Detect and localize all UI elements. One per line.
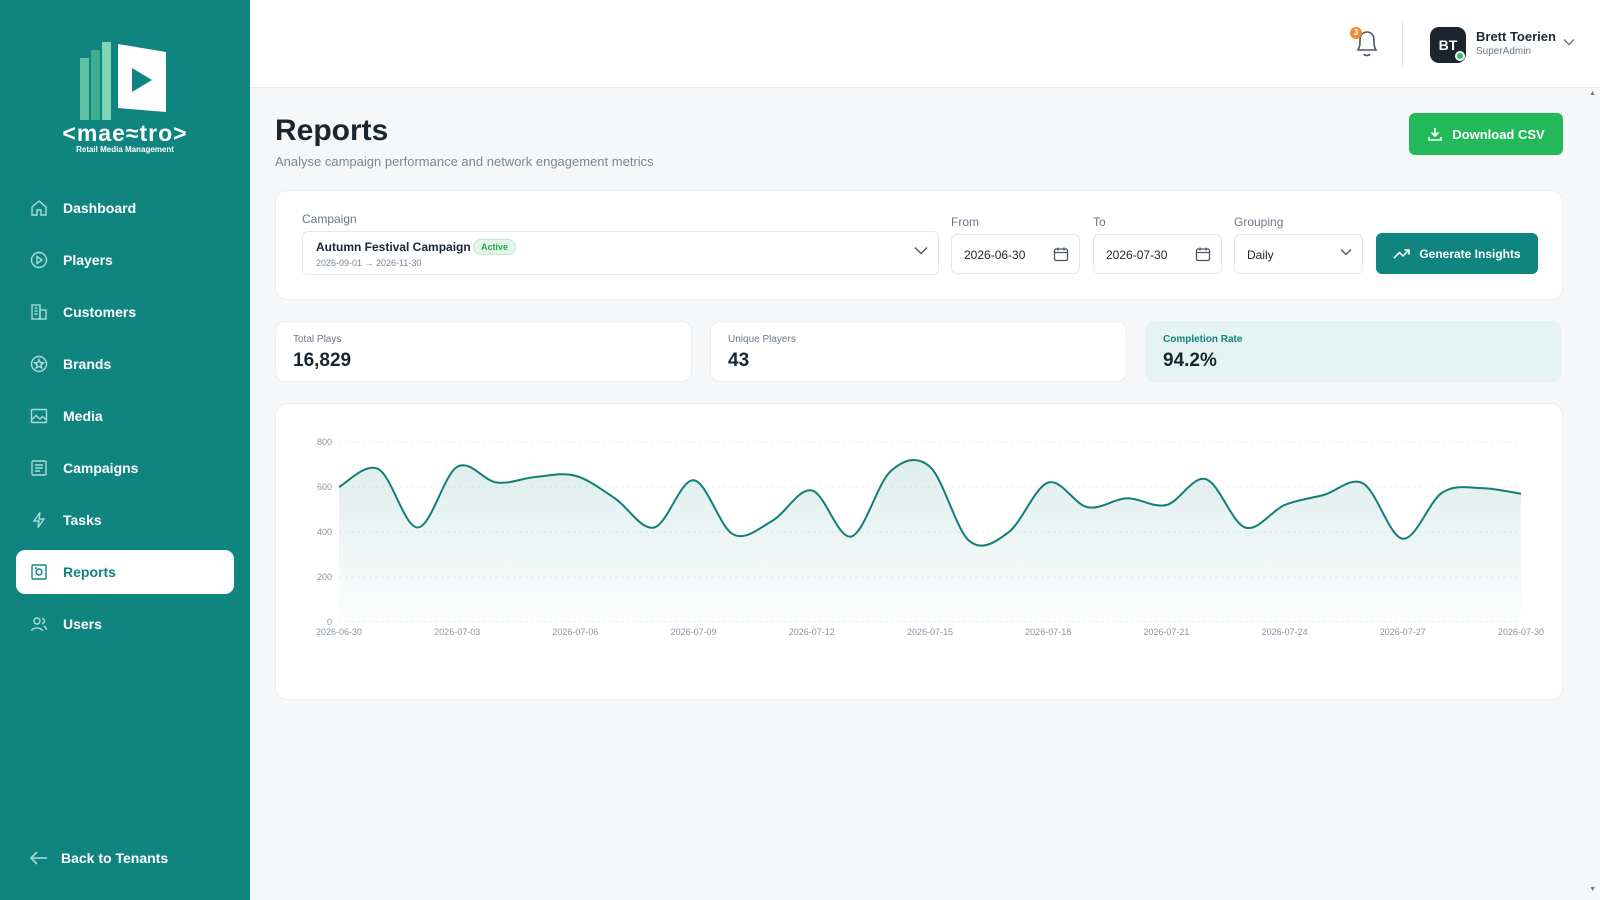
kpi-label: Unique Players: [728, 334, 796, 345]
x-tick-label: 2026-07-12: [789, 627, 835, 637]
back-to-tenants-label: Back to Tenants: [61, 850, 169, 866]
sidebar-item-customers[interactable]: Customers: [16, 290, 234, 334]
grouping-value: Daily: [1247, 248, 1274, 262]
sidebar-item-tasks[interactable]: Tasks: [16, 498, 234, 542]
x-tick-label: 2026-07-21: [1143, 627, 1189, 637]
sidebar-item-label: Brands: [63, 356, 112, 372]
brand-name: <mae≈tro>: [62, 120, 188, 146]
x-tick-label: 2026-07-09: [671, 627, 717, 637]
home-icon: [29, 198, 49, 218]
from-date-field[interactable]: 2026-06-30: [951, 234, 1080, 274]
y-tick-label: 200: [317, 572, 332, 582]
sidebar-item-label: Media: [63, 408, 103, 424]
chevron-down-icon: [914, 247, 928, 255]
sidebar-item-media[interactable]: Media: [16, 394, 234, 438]
calendar-icon: [1195, 247, 1211, 262]
topbar-divider: [1402, 20, 1403, 68]
from-label: From: [951, 215, 979, 229]
x-tick-label: 2026-07-27: [1380, 627, 1426, 637]
trending-up-icon: [1393, 248, 1411, 259]
x-tick-label: 2026-06-30: [316, 627, 362, 637]
brand-tagline: Retail Media Management: [76, 145, 174, 154]
page-title: Reports: [275, 114, 389, 147]
sidebar-item-label: Dashboard: [63, 200, 137, 216]
sidebar-item-dashboard[interactable]: Dashboard: [16, 186, 234, 230]
sidebar-item-label: Tasks: [63, 512, 102, 528]
sidebar-item-label: Users: [63, 616, 102, 632]
kpi-value: 43: [728, 350, 750, 371]
y-tick-label: 400: [317, 527, 332, 537]
download-icon: [1428, 128, 1443, 141]
kpi-completion-rate: Completion Rate 94.2%: [1145, 321, 1562, 382]
sidebar-item-reports[interactable]: Reports: [16, 550, 234, 594]
campaign-select[interactable]: Autumn Festival Campaign Active 2026-09-…: [302, 231, 939, 275]
sidebar-item-users[interactable]: Users: [16, 602, 234, 646]
kpi-value: 94.2%: [1163, 350, 1217, 371]
to-label: To: [1093, 215, 1106, 229]
sidebar-nav: Dashboard Players Customers Brands Media: [16, 186, 234, 654]
play-circle-icon: [29, 250, 49, 270]
kpi-total-plays: Total Plays 16,829: [275, 321, 692, 382]
sidebar-item-campaigns[interactable]: Campaigns: [16, 446, 234, 490]
calendar-icon: [1053, 247, 1069, 262]
sidebar-item-brands[interactable]: Brands: [16, 342, 234, 386]
to-date-value: 2026-07-30: [1106, 248, 1168, 262]
x-tick-label: 2026-07-03: [434, 627, 480, 637]
image-icon: [29, 406, 49, 426]
users-icon: [29, 614, 49, 634]
logo-mark-icon: [80, 42, 166, 120]
chevron-down-icon[interactable]: [1563, 38, 1575, 46]
x-tick-label: 2026-07-24: [1262, 627, 1308, 637]
campaign-dates: 2026-09-01 → 2026-11-30: [316, 258, 422, 268]
kpi-label: Total Plays: [293, 334, 342, 345]
status-badge: Active: [473, 239, 517, 255]
building-icon: [29, 302, 49, 322]
sidebar-item-players[interactable]: Players: [16, 238, 234, 282]
bolt-icon: [29, 510, 49, 530]
back-to-tenants-link[interactable]: Back to Tenants: [29, 850, 168, 866]
maestro-logo: <mae≈tro> Retail Media Management: [0, 32, 250, 162]
campaign-name: Autumn Festival Campaign: [316, 240, 471, 254]
star-icon: [29, 354, 49, 374]
kpi-unique-players: Unique Players 43: [710, 321, 1127, 382]
online-status-dot: [1455, 51, 1465, 61]
sidebar-item-label: Players: [63, 252, 113, 268]
y-tick-label: 600: [317, 482, 332, 492]
grouping-label: Grouping: [1234, 215, 1284, 229]
grouping-select[interactable]: Daily: [1234, 234, 1363, 274]
sidebar-item-label: Reports: [63, 564, 116, 580]
user-role: SuperAdmin: [1476, 46, 1532, 57]
to-date-field[interactable]: 2026-07-30: [1093, 234, 1222, 274]
y-tick-label: 0: [327, 617, 332, 627]
scrollbar-up-arrow[interactable]: ▲: [1589, 90, 1596, 97]
kpi-value: 16,829: [293, 350, 352, 371]
download-csv-label: Download CSV: [1452, 126, 1545, 142]
download-csv-button[interactable]: Download CSV: [1409, 113, 1563, 155]
page-subtitle: Analyse campaign performance and network…: [275, 154, 654, 169]
arrow-left-icon: [29, 850, 49, 866]
x-tick-label: 2026-07-15: [907, 627, 953, 637]
scrollbar-down-arrow[interactable]: ▼: [1589, 886, 1596, 893]
notification-count-badge: 3: [1350, 27, 1362, 39]
user-name[interactable]: Brett Toerien: [1476, 29, 1556, 44]
top-bar: [250, 0, 1600, 88]
x-tick-label: 2026-07-18: [1025, 627, 1071, 637]
newspaper-icon: [29, 458, 49, 478]
generate-insights-label: Generate Insights: [1419, 246, 1521, 261]
sidebar: <mae≈tro> Retail Media Management Dashbo…: [0, 0, 250, 900]
y-tick-label: 800: [317, 437, 332, 447]
generate-insights-button[interactable]: Generate Insights: [1376, 233, 1538, 274]
plays-area-chart: 0 200 400 600 800 2026-06-30 2026-07-03 2026-07…: [316, 437, 1544, 637]
x-tick-label: 2026-07-30: [1498, 627, 1544, 637]
report-icon: [29, 562, 49, 582]
filter-card: Campaign Autumn Festival Campaign Active…: [275, 190, 1563, 300]
chevron-down-icon: [1340, 249, 1352, 256]
kpi-label: Completion Rate: [1163, 334, 1243, 345]
plays-chart-card: 0 200 400 600 800 2026-06-30 2026-07-03 2026-07…: [275, 403, 1563, 700]
from-date-value: 2026-06-30: [964, 248, 1026, 262]
sidebar-item-label: Customers: [63, 304, 137, 320]
campaign-label: Campaign: [302, 212, 357, 226]
sidebar-item-label: Campaigns: [63, 460, 139, 476]
x-tick-label: 2026-07-06: [552, 627, 598, 637]
